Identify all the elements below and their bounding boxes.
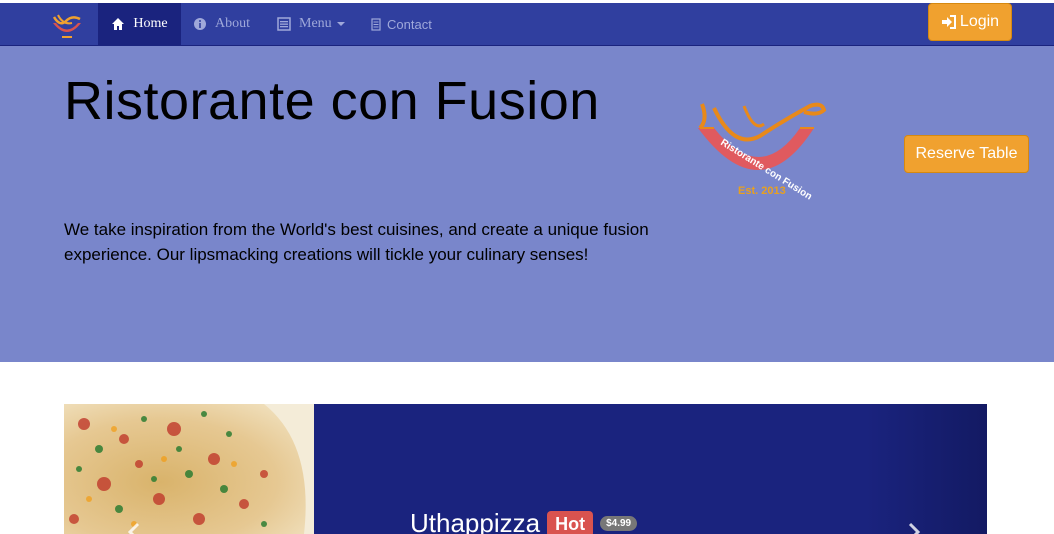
brand-logo[interactable] — [48, 11, 86, 41]
chevron-right-icon[interactable] — [902, 520, 926, 534]
hero-description: We take inspiration from the World's bes… — [64, 220, 649, 264]
dish-caption: Uthappizza Hot $4.99 — [410, 508, 638, 534]
list-alt-icon — [277, 17, 291, 31]
log-in-icon — [941, 15, 956, 29]
home-icon — [111, 17, 125, 31]
hot-badge: Hot — [547, 510, 594, 534]
restaurant-logo: Ristorante con Fusion Est. 2013 — [694, 102, 830, 202]
page-title: Ristorante con Fusion — [64, 71, 600, 131]
login-button[interactable]: Login — [928, 3, 1012, 41]
logo-year: Est. 2013 — [738, 185, 786, 197]
nav-menu[interactable]: Menu — [277, 3, 345, 45]
nav-menu-label: Menu — [299, 16, 332, 31]
dish-name: Uthappizza — [410, 508, 541, 534]
dish-image — [64, 404, 314, 534]
reserve-table-label: Reserve Table — [915, 145, 1018, 162]
envelope-icon — [369, 17, 383, 31]
info-sign-icon — [193, 17, 207, 31]
nav-about-label: About — [215, 16, 250, 31]
reserve-table-button[interactable]: Reserve Table — [904, 135, 1029, 173]
carousel: Uthappizza Hot $4.99 — [64, 404, 987, 534]
chevron-down-icon — [336, 22, 345, 26]
nav-home[interactable]: Home — [98, 3, 181, 45]
nav-home-label: Home — [133, 16, 168, 31]
login-label: Login — [959, 13, 1000, 30]
price-badge: $4.99 — [600, 516, 638, 531]
nav-about[interactable]: About — [193, 3, 250, 45]
chevron-left-icon[interactable] — [122, 520, 146, 534]
nav-contact-label: Contact — [387, 16, 432, 32]
navbar: Home About Menu Contact Login — [0, 3, 1054, 46]
nav-contact[interactable]: Contact — [369, 3, 432, 45]
